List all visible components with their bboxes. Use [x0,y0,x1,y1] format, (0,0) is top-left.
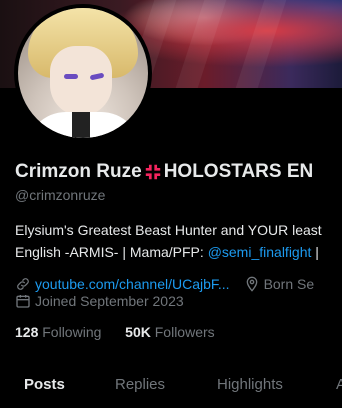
profile-name: Crimzon Ruze [15,161,142,182]
location-text: Born Se [263,276,315,292]
calendar-icon [16,295,30,308]
profile-tabs: Posts Replies Highlights A [0,366,342,408]
location-pin-icon [246,276,257,292]
follow-stats: 128 Following 50K Followers [15,324,215,340]
profile-bio: Elysium's Greatest Beast Hunter and YOUR… [15,219,322,263]
profile-handle: @crimzonruze [15,187,106,203]
followers-link[interactable]: 50K Followers [125,324,214,340]
avatar[interactable] [14,4,152,142]
joined-row: Joined September 2023 [15,293,184,309]
anger-symbol-icon [145,164,160,180]
tab-highlights[interactable]: Highlights [217,376,283,393]
profile-meta-row: youtube.com/channel/UCajbF... Born Se [15,276,314,292]
tab-replies[interactable]: Replies [115,376,165,393]
joined-date: Joined September 2023 [35,293,184,309]
website-link[interactable]: youtube.com/channel/UCajbF... [35,276,230,292]
following-link[interactable]: 128 Following [15,324,101,340]
bio-mention-link[interactable]: @semi_finalfight [208,244,312,260]
tab-posts[interactable]: Posts [24,376,65,393]
link-icon [17,278,29,290]
profile-name-suffix: HOLOSTARS EN [163,161,314,182]
display-name: Crimzon Ruze HOLOSTARS EN [15,161,313,183]
tab-articles[interactable]: A [336,376,342,393]
bio-line-1: Elysium's Greatest Beast Hunter and YOUR… [15,222,322,238]
bio-line-2: English -ARMIS- | Mama/PFP: @semi_finalf… [15,244,319,260]
